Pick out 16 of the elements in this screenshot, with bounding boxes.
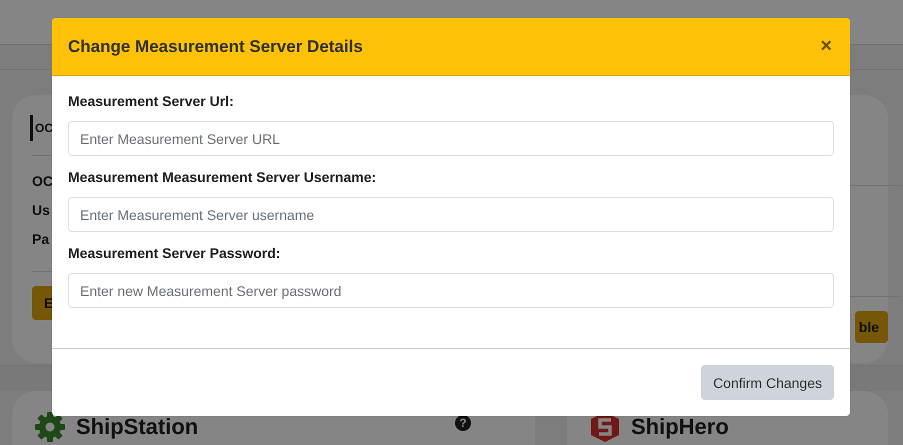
input-field[interactable]: Enter new Measurement Server password	[68, 273, 834, 308]
field-label: Us	[32, 201, 50, 220]
field-label: Measurement Server Url:	[68, 93, 235, 109]
integration-name: ShipStation	[76, 413, 200, 441]
field-label: OC	[32, 172, 53, 191]
field-label: Pa	[32, 230, 50, 249]
field-label: Measurement Measurement Server Username:	[68, 169, 378, 185]
field-label: Measurement Server Password:	[68, 245, 282, 261]
close-button[interactable]: ×	[818, 35, 834, 58]
modal-title: Change Measurement Server Details	[68, 36, 363, 56]
enable-button[interactable]: ble	[854, 310, 888, 343]
help-icon[interactable]: ?	[455, 415, 471, 431]
integration-name: ShipHero	[631, 413, 730, 441]
confirm-button[interactable]: Confirm Changes	[701, 365, 834, 400]
input-field[interactable]: Enter Measurement Server username	[68, 197, 834, 232]
input-field[interactable]: Enter Measurement Server URL	[68, 121, 834, 156]
